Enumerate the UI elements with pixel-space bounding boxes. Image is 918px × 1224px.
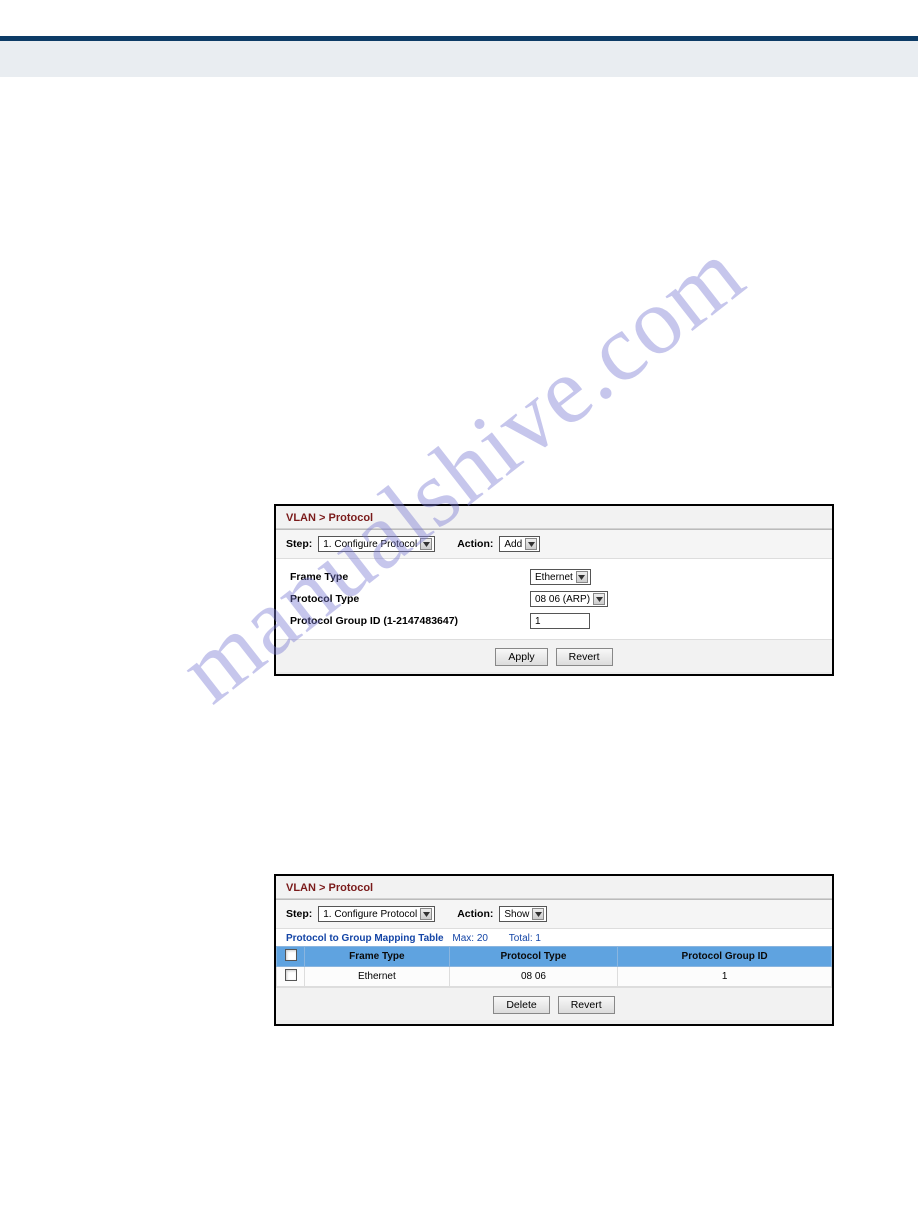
action-select-value: Show: [504, 909, 529, 920]
step-label: Step:: [286, 908, 312, 920]
step-select[interactable]: 1. Configure Protocol: [318, 906, 435, 922]
revert-button[interactable]: Revert: [556, 648, 613, 666]
row-checkbox[interactable]: [285, 969, 297, 981]
revert-button[interactable]: Revert: [558, 996, 615, 1014]
step-action-row: Step: 1. Configure Protocol Action: Add: [276, 530, 832, 559]
table-title: Protocol to Group Mapping Table: [286, 933, 444, 944]
protocol-type-value: 08 06 (ARP): [535, 594, 590, 605]
protocol-config-panel-add: VLAN > Protocol Step: 1. Configure Proto…: [274, 504, 834, 676]
button-row: Delete Revert: [276, 987, 832, 1020]
step-label: Step:: [286, 538, 312, 550]
select-all-checkbox[interactable]: [285, 949, 297, 961]
table-total: Total: 1: [509, 933, 541, 944]
cell-protocol-type: 08 06: [449, 967, 617, 987]
action-label: Action:: [457, 908, 493, 920]
chevron-down-icon: [420, 538, 432, 550]
col-frame-type: Frame Type: [305, 947, 450, 967]
chevron-down-icon: [532, 908, 544, 920]
step-action-row: Step: 1. Configure Protocol Action: Show: [276, 900, 832, 929]
protocol-group-id-label: Protocol Group ID (1-2147483647): [290, 615, 530, 627]
chevron-down-icon: [576, 571, 588, 583]
chevron-down-icon: [593, 593, 605, 605]
table-title-row: Protocol to Group Mapping Table Max: 20 …: [276, 929, 832, 946]
form-body: Frame Type Ethernet Protocol Type 08 06 …: [276, 559, 832, 639]
protocol-type-select[interactable]: 08 06 (ARP): [530, 591, 608, 607]
action-select[interactable]: Add: [499, 536, 540, 552]
apply-button[interactable]: Apply: [495, 648, 547, 666]
action-label: Action:: [457, 538, 493, 550]
step-select-value: 1. Configure Protocol: [323, 539, 417, 550]
delete-button[interactable]: Delete: [493, 996, 549, 1014]
table-header-row: Frame Type Protocol Type Protocol Group …: [277, 947, 832, 967]
frame-type-select[interactable]: Ethernet: [530, 569, 591, 585]
protocol-config-panel-show: VLAN > Protocol Step: 1. Configure Proto…: [274, 874, 834, 1026]
chevron-down-icon: [420, 908, 432, 920]
breadcrumb: VLAN > Protocol: [276, 506, 832, 528]
table-max: Max: 20: [452, 933, 488, 944]
breadcrumb: VLAN > Protocol: [276, 876, 832, 898]
step-select[interactable]: 1. Configure Protocol: [318, 536, 435, 552]
frame-type-value: Ethernet: [535, 572, 573, 583]
table-row: Ethernet 08 06 1: [277, 967, 832, 987]
protocol-mapping-table: Frame Type Protocol Type Protocol Group …: [276, 946, 832, 987]
col-protocol-group-id: Protocol Group ID: [618, 947, 832, 967]
cell-group-id: 1: [618, 967, 832, 987]
col-protocol-type: Protocol Type: [449, 947, 617, 967]
action-select[interactable]: Show: [499, 906, 547, 922]
protocol-group-id-input[interactable]: 1: [530, 613, 590, 629]
step-select-value: 1. Configure Protocol: [323, 909, 417, 920]
cell-frame-type: Ethernet: [305, 967, 450, 987]
frame-type-label: Frame Type: [290, 571, 530, 583]
protocol-type-label: Protocol Type: [290, 593, 530, 605]
page-header-band: [0, 41, 918, 77]
button-row: Apply Revert: [276, 639, 832, 672]
action-select-value: Add: [504, 539, 522, 550]
chevron-down-icon: [525, 538, 537, 550]
